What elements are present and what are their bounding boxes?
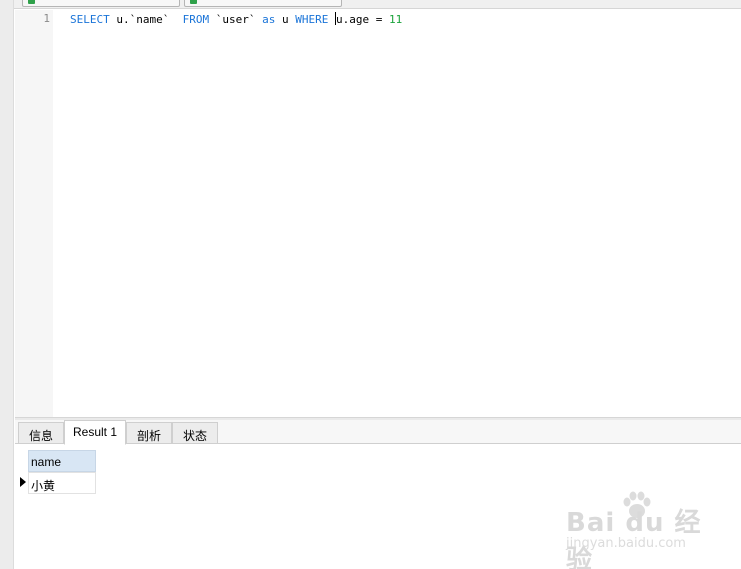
run-button[interactable] — [22, 0, 180, 7]
row-indicator-column — [15, 450, 28, 494]
where-condition: u.age = — [335, 13, 389, 26]
keyword-as: as — [262, 13, 276, 26]
table-alias: u — [275, 13, 296, 26]
select-columns: u.`name` — [109, 13, 183, 26]
run-selected-icon — [190, 0, 197, 4]
query-toolbar — [14, 0, 741, 9]
current-row-arrow-icon — [20, 477, 26, 487]
tab-result-1-label: Result 1 — [72, 425, 118, 439]
tab-info-label: 信息 — [28, 429, 53, 443]
tab-profile-label: 剖析 — [136, 429, 161, 443]
keyword-where: WHERE — [295, 13, 329, 26]
table-name: `user` — [209, 13, 263, 26]
tab-status-label: 状态 — [182, 429, 207, 443]
keyword-select: SELECT — [70, 13, 110, 26]
run-selected-button[interactable] — [184, 0, 342, 7]
table-cell[interactable]: 小黄 — [28, 472, 96, 494]
tab-status[interactable]: 状态 — [172, 422, 218, 444]
tab-result-1[interactable]: Result 1 — [64, 420, 126, 445]
sql-code-line[interactable]: SELECT u.`name` FROM `user` as u WHERE u… — [70, 12, 402, 27]
left-panel-edge — [0, 0, 14, 569]
line-number-gutter: 1 — [15, 10, 53, 418]
result-grid-area: name 小黄 — [15, 445, 741, 569]
result-tabbar: 信息 Result 1 剖析 状态 — [15, 420, 741, 445]
keyword-from: FROM — [182, 13, 210, 26]
column-header-name[interactable]: name — [28, 450, 96, 472]
tab-info[interactable]: 信息 — [18, 422, 64, 444]
run-icon — [28, 0, 35, 4]
tab-profile[interactable]: 剖析 — [126, 422, 172, 444]
line-number: 1 — [43, 12, 50, 25]
sql-editor[interactable]: 1 SELECT u.`name` FROM `user` as u WHERE… — [15, 10, 741, 418]
number-literal: 11 — [388, 13, 403, 26]
